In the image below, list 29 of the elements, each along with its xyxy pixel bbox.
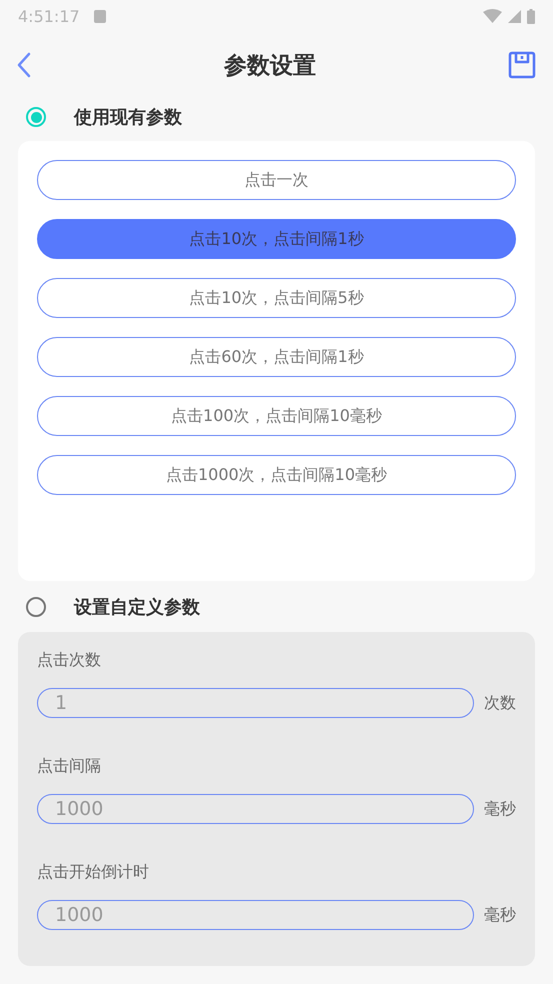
unit-label: 毫秒 — [484, 904, 516, 926]
unit-label: 毫秒 — [484, 798, 516, 820]
preset-option-button[interactable]: 点击100次，点击间隔10毫秒 — [37, 396, 516, 436]
field-label: 点击间隔 — [37, 756, 102, 777]
input-field[interactable]: 1 — [37, 688, 474, 718]
radio-button[interactable] — [26, 107, 46, 127]
save-button[interactable] — [508, 51, 536, 79]
battery-icon — [527, 8, 535, 24]
radio-label: 设置自定义参数 — [74, 596, 200, 619]
preset-option-button[interactable]: 点击10次，点击间隔5秒 — [37, 278, 516, 318]
preset-option-button[interactable]: 点击10次，点击间隔1秒 — [37, 219, 516, 259]
notification-icon — [94, 10, 106, 22]
save-icon — [508, 51, 536, 79]
signal-icon — [508, 10, 521, 22]
field-label: 点击次数 — [37, 650, 102, 671]
radio-button[interactable] — [26, 597, 46, 617]
input-field[interactable]: 1000 — [37, 794, 474, 824]
preset-option-button[interactable]: 点击60次，点击间隔1秒 — [37, 337, 516, 377]
radio-label: 使用现有参数 — [74, 106, 182, 129]
page-title: 参数设置 — [224, 52, 316, 80]
wifi-icon — [483, 9, 502, 23]
status-time: 4:51:17 — [18, 6, 80, 26]
field-label: 点击开始倒计时 — [37, 862, 150, 883]
input-field[interactable]: 1000 — [37, 900, 474, 930]
preset-option-button[interactable]: 点击一次 — [37, 160, 516, 200]
back-button[interactable] — [16, 52, 32, 78]
unit-label: 次数 — [484, 692, 516, 714]
preset-option-button[interactable]: 点击1000次，点击间隔10毫秒 — [37, 455, 516, 495]
back-icon — [16, 52, 32, 78]
